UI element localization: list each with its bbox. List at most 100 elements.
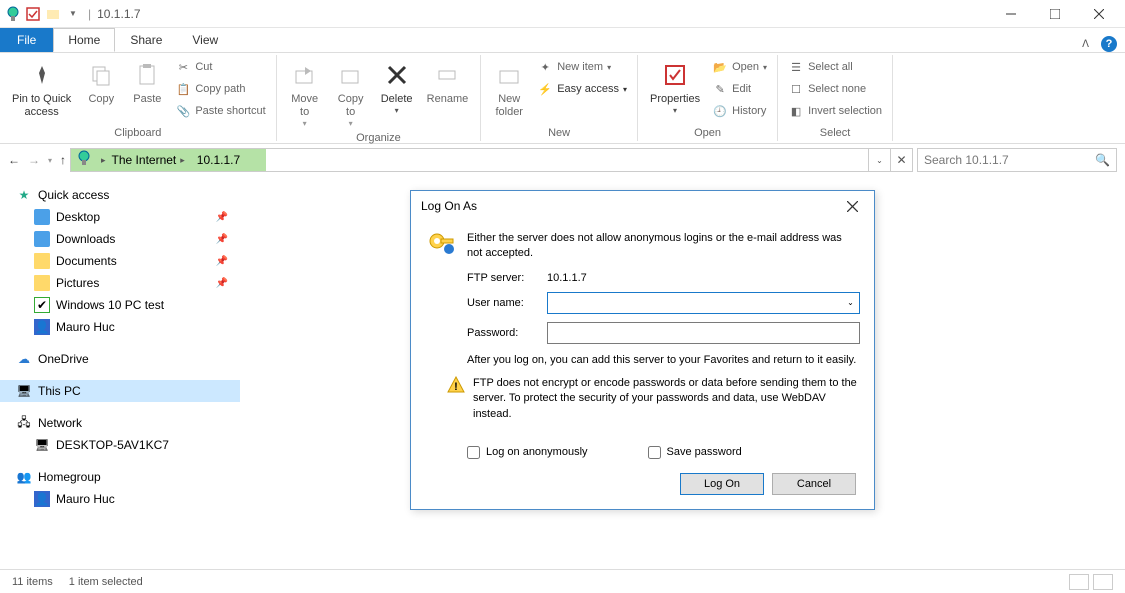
username-dropdown[interactable]: ⌄ — [842, 292, 860, 314]
search-input[interactable]: Search 10.1.1.7 🔍 — [917, 148, 1117, 172]
sidebar-item-documents[interactable]: Documents📌 — [0, 250, 240, 272]
documents-icon — [34, 253, 50, 269]
navigation-tree: ★Quick access Desktop📌 Downloads📌 Docume… — [0, 176, 240, 569]
forward-button[interactable]: → — [28, 153, 40, 167]
save-password-checkbox[interactable]: Save password — [648, 446, 742, 459]
recent-dropdown[interactable]: ▾ — [48, 156, 52, 165]
select-none-button[interactable]: ☐Select none — [784, 79, 886, 99]
warning-icon: ! — [447, 376, 465, 394]
collapse-ribbon-icon[interactable]: ᐱ — [1082, 39, 1089, 50]
rename-button[interactable]: Rename — [421, 57, 475, 108]
close-button[interactable] — [1077, 0, 1121, 28]
icons-view-button[interactable] — [1093, 574, 1113, 590]
clipboard-group-label: Clipboard — [6, 125, 270, 139]
edit-button[interactable]: ✎Edit — [708, 79, 771, 99]
user-icon: 👤 — [34, 491, 50, 507]
sidebar-item-downloads[interactable]: Downloads📌 — [0, 228, 240, 250]
logon-button[interactable]: Log On — [680, 473, 764, 495]
quick-access-header[interactable]: ★Quick access — [0, 184, 240, 206]
help-icon[interactable]: ? — [1101, 36, 1117, 52]
ribbon: Pin to Quick access Copy Paste ✂Cut 📋Cop… — [0, 52, 1125, 144]
tab-file[interactable]: File — [0, 28, 53, 52]
address-dropdown[interactable]: ⌄ — [868, 149, 890, 171]
computer-icon: 🖥 — [16, 383, 32, 399]
delete-button[interactable]: Delete▾ — [375, 57, 419, 117]
homegroup-header[interactable]: 👥Homegroup — [0, 466, 240, 488]
invert-selection-button[interactable]: ◧Invert selection — [784, 101, 886, 121]
select-all-button[interactable]: ☰Select all — [784, 57, 886, 77]
monitor-icon: 🖥 — [34, 437, 50, 453]
tab-share[interactable]: Share — [115, 28, 177, 52]
back-button[interactable]: ← — [8, 153, 20, 167]
new-folder-icon — [493, 59, 525, 91]
location-icon — [75, 149, 97, 171]
tab-view[interactable]: View — [177, 28, 233, 52]
paste-button[interactable]: Paste — [125, 57, 169, 108]
properties-icon — [659, 59, 691, 91]
details-view-button[interactable] — [1069, 574, 1089, 590]
invert-selection-icon: ◧ — [788, 103, 804, 119]
breadcrumb-current[interactable]: 10.1.1.7 — [191, 153, 246, 167]
thispc-header[interactable]: 🖥This PC — [0, 380, 240, 402]
window-title: 10.1.1.7 — [97, 7, 140, 21]
stop-refresh-button[interactable]: ✕ — [890, 149, 912, 171]
new-group-label: New — [487, 125, 631, 139]
up-button[interactable]: ↑ — [60, 153, 66, 167]
delete-icon — [381, 59, 413, 91]
copy-path-icon: 📋 — [175, 81, 191, 97]
sidebar-item-user2[interactable]: 👤Mauro Huc — [0, 488, 240, 510]
sidebar-item-pictures[interactable]: Pictures📌 — [0, 272, 240, 294]
sidebar-item-user1[interactable]: 👤Mauro Huc — [0, 316, 240, 338]
desktop-icon — [34, 209, 50, 225]
sidebar-item-desktop[interactable]: Desktop📌 — [0, 206, 240, 228]
maximize-button[interactable] — [1033, 0, 1077, 28]
dialog-close-button[interactable] — [840, 194, 864, 218]
copy-to-icon — [335, 59, 367, 91]
qat-newfolder-icon[interactable] — [44, 5, 62, 23]
properties-button[interactable]: Properties▾ — [644, 57, 706, 117]
easy-access-button[interactable]: ⚡Easy access ▾ — [533, 79, 631, 99]
network-icon: 🖧 — [16, 415, 32, 431]
open-button[interactable]: 📂Open ▾ — [708, 57, 771, 77]
dialog-message: Either the server does not allow anonymo… — [467, 231, 860, 262]
password-input[interactable] — [547, 322, 860, 344]
move-to-icon — [289, 59, 321, 91]
copy-to-button[interactable]: Copy to▾ — [329, 57, 373, 130]
cancel-button[interactable]: Cancel — [772, 473, 856, 495]
tab-home[interactable]: Home — [53, 28, 115, 52]
search-icon: 🔍 — [1095, 153, 1110, 167]
app-icon — [4, 5, 22, 23]
sidebar-item-winpctest[interactable]: ✔Windows 10 PC test — [0, 294, 240, 316]
status-item-count: 11 items — [12, 576, 53, 588]
onedrive-icon: ☁ — [16, 351, 32, 367]
qat-properties-icon[interactable] — [24, 5, 42, 23]
username-label: User name: — [467, 297, 547, 309]
copy-button[interactable]: Copy — [79, 57, 123, 108]
open-icon: 📂 — [712, 59, 728, 75]
network-header[interactable]: 🖧Network — [0, 412, 240, 434]
minimize-button[interactable] — [989, 0, 1033, 28]
new-folder-button[interactable]: New folder — [487, 57, 531, 121]
new-item-button[interactable]: ✦New item ▾ — [533, 57, 631, 77]
select-all-icon: ☰ — [788, 59, 804, 75]
logon-anonymously-checkbox[interactable]: Log on anonymously — [467, 446, 588, 459]
username-input[interactable] — [547, 292, 842, 314]
organize-group-label: Organize — [283, 130, 475, 144]
pin-to-quick-access-button[interactable]: Pin to Quick access — [6, 57, 77, 121]
paste-icon — [131, 59, 163, 91]
onedrive-header[interactable]: ☁OneDrive — [0, 348, 240, 370]
copy-path-button[interactable]: 📋Copy path — [171, 79, 269, 99]
key-icon — [425, 231, 457, 259]
sidebar-item-desktop-pc[interactable]: 🖥DESKTOP-5AV1KC7 — [0, 434, 240, 456]
move-to-button[interactable]: Move to▾ — [283, 57, 327, 130]
qat-dropdown-icon[interactable]: ▼ — [64, 5, 82, 23]
history-button[interactable]: 🕘History — [708, 101, 771, 121]
cut-button[interactable]: ✂Cut — [171, 57, 269, 77]
svg-text:!: ! — [454, 381, 458, 393]
navbar: ← → ▾ ↑ ▸ The Internet ▸ 10.1.1.7 ⌄ ✕ Se… — [0, 144, 1125, 176]
address-bar[interactable]: ▸ The Internet ▸ 10.1.1.7 ⌄ ✕ — [70, 148, 913, 172]
paste-shortcut-button[interactable]: 📎Paste shortcut — [171, 101, 269, 121]
logon-dialog: Log On As Either the server does not all… — [410, 190, 875, 510]
breadcrumb-root[interactable]: The Internet ▸ — [106, 153, 191, 167]
dialog-warning: FTP does not encrypt or encode passwords… — [473, 376, 860, 422]
